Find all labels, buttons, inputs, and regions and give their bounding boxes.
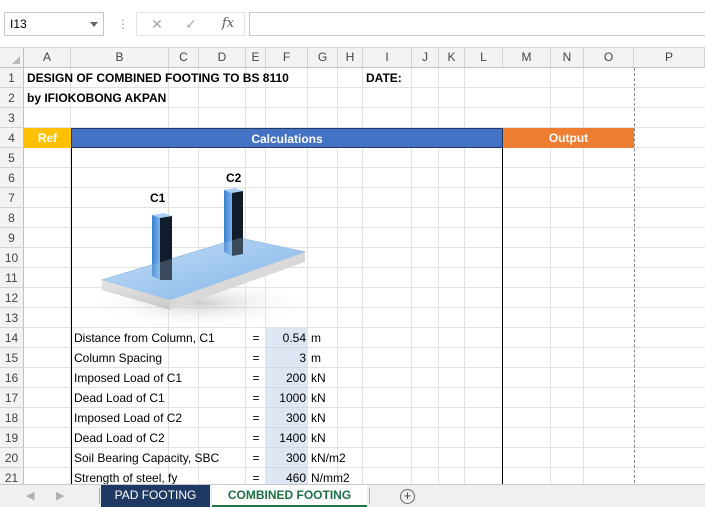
input-label-sbc: Soil Bearing Capacity, SBC xyxy=(74,451,220,465)
input-unit: kN/m2 xyxy=(311,451,346,465)
tab-combined-footing[interactable]: COMBINED FOOTING xyxy=(212,485,367,507)
input-label-imposed-c2: Imposed Load of C2 xyxy=(74,411,183,425)
insert-function-icon[interactable]: fx xyxy=(217,13,239,35)
input-value-column-spacing[interactable]: 3 xyxy=(266,348,306,368)
column-header-m[interactable]: M xyxy=(503,48,551,68)
equals-sign: = xyxy=(252,451,260,465)
row-header-2[interactable]: 2 xyxy=(0,88,24,108)
input-unit: m xyxy=(311,331,321,345)
column-header-p[interactable]: P xyxy=(634,48,705,68)
input-value-fy[interactable]: 460 xyxy=(266,468,306,484)
input-label-fy: Strength of steel, fy xyxy=(74,471,178,484)
figure-label-c2: C2 xyxy=(226,171,242,185)
row-header-10[interactable]: 10 xyxy=(0,248,24,268)
input-unit: kN xyxy=(311,411,326,425)
calc-left-border xyxy=(71,148,72,484)
column-header-g[interactable]: G xyxy=(308,48,338,68)
input-value-dead-c1[interactable]: 1000 xyxy=(266,388,306,408)
row-header-21[interactable]: 21 xyxy=(0,468,24,484)
input-label-distance-c1: Distance from Column, C1 xyxy=(74,331,215,345)
row-header-14[interactable]: 14 xyxy=(0,328,24,348)
row-header-1[interactable]: 1 xyxy=(0,68,24,88)
date-label: DATE: xyxy=(366,71,402,85)
row-header-8[interactable]: 8 xyxy=(0,208,24,228)
page-break-line xyxy=(634,68,635,484)
equals-sign: = xyxy=(252,371,260,385)
ref-header: Ref xyxy=(24,128,71,148)
select-all-button[interactable] xyxy=(0,48,24,68)
input-unit: N/mm2 xyxy=(311,471,350,484)
column-header-f[interactable]: F xyxy=(266,48,308,68)
row-header-16[interactable]: 16 xyxy=(0,368,24,388)
equals-sign: = xyxy=(252,391,260,405)
row-header-20[interactable]: 20 xyxy=(0,448,24,468)
row-header-11[interactable]: 11 xyxy=(0,268,24,288)
column-header-d[interactable]: D xyxy=(199,48,246,68)
input-value-dead-c2[interactable]: 1400 xyxy=(266,428,306,448)
column-header-j[interactable]: J xyxy=(412,48,439,68)
formula-input[interactable] xyxy=(249,12,705,36)
output-header: Output xyxy=(503,128,634,148)
row-header-5[interactable]: 5 xyxy=(0,148,24,168)
equals-sign: = xyxy=(252,331,260,345)
calc-right-border xyxy=(502,148,503,484)
input-label-column-spacing: Column Spacing xyxy=(74,351,163,365)
row-header-6[interactable]: 6 xyxy=(0,168,24,188)
column-header-l[interactable]: L xyxy=(465,48,503,68)
input-unit: kN xyxy=(311,391,326,405)
column-header-o[interactable]: O xyxy=(584,48,634,68)
equals-sign: = xyxy=(252,471,260,484)
input-label-dead-c2: Dead Load of C2 xyxy=(74,431,165,445)
column-header-k[interactable]: K xyxy=(439,48,465,68)
input-unit: m xyxy=(311,351,321,365)
row-header-17[interactable]: 17 xyxy=(0,388,24,408)
spreadsheet-grid[interactable]: A B C D E F G H I J K L M N O P 1 2 3 4 … xyxy=(0,48,705,484)
add-sheet-icon[interactable]: + xyxy=(400,489,415,504)
sheet-title: DESIGN OF COMBINED FOOTING TO BS 8110 xyxy=(27,71,289,85)
row-header-3[interactable]: 3 xyxy=(0,108,24,128)
name-box-value: I13 xyxy=(10,17,27,31)
column-header-c[interactable]: C xyxy=(169,48,199,68)
input-value-imposed-c1[interactable]: 200 xyxy=(266,368,306,388)
more-options-icon[interactable]: ⋮ xyxy=(117,15,129,33)
figure-label-c1: C1 xyxy=(150,191,166,205)
author-line: by IFIOKOBONG AKPAN xyxy=(27,91,167,105)
column-header-a[interactable]: A xyxy=(24,48,71,68)
combined-footing-illustration xyxy=(90,188,310,328)
column-header-i[interactable]: I xyxy=(363,48,412,68)
cancel-icon[interactable]: ✕ xyxy=(147,13,167,35)
input-value-distance-c1[interactable]: 0.54 xyxy=(266,328,306,348)
input-label-dead-c1: Dead Load of C1 xyxy=(74,391,165,405)
input-value-imposed-c2[interactable]: 300 xyxy=(266,408,306,428)
calculations-header: Calculations xyxy=(71,128,503,148)
row-header-18[interactable]: 18 xyxy=(0,408,24,428)
tab-pad-footing[interactable]: PAD FOOTING xyxy=(101,485,210,507)
row-header-15[interactable]: 15 xyxy=(0,348,24,368)
equals-sign: = xyxy=(252,351,260,365)
equals-sign: = xyxy=(252,411,260,425)
scroll-tabs-left-icon[interactable]: ◀ xyxy=(26,489,34,503)
row-header-19[interactable]: 19 xyxy=(0,428,24,448)
row-header-7[interactable]: 7 xyxy=(0,188,24,208)
column-header-b[interactable]: B xyxy=(71,48,169,68)
chevron-down-icon[interactable] xyxy=(90,22,98,27)
name-box[interactable]: I13 xyxy=(4,12,104,36)
column-header-n[interactable]: N xyxy=(551,48,584,68)
input-label-imposed-c1: Imposed Load of C1 xyxy=(74,371,183,385)
row-header-4[interactable]: 4 xyxy=(0,128,24,148)
formula-buttons: ✕ ✓ fx xyxy=(136,12,245,36)
scroll-tabs-right-icon[interactable]: ▶ xyxy=(56,489,64,503)
input-unit: kN xyxy=(311,431,326,445)
row-header-12[interactable]: 12 xyxy=(0,288,24,308)
input-unit: kN xyxy=(311,371,326,385)
row-header-13[interactable]: 13 xyxy=(0,308,24,328)
column-header-h[interactable]: H xyxy=(338,48,363,68)
sheet-tab-bar: ◀ ▶ PAD FOOTING COMBINED FOOTING + xyxy=(0,484,705,507)
input-value-sbc[interactable]: 300 xyxy=(266,448,306,468)
enter-icon[interactable]: ✓ xyxy=(181,13,201,35)
column-header-e[interactable]: E xyxy=(246,48,266,68)
formula-bar: I13 ⋮ ✕ ✓ fx xyxy=(0,0,705,48)
row-header-9[interactable]: 9 xyxy=(0,228,24,248)
equals-sign: = xyxy=(252,431,260,445)
